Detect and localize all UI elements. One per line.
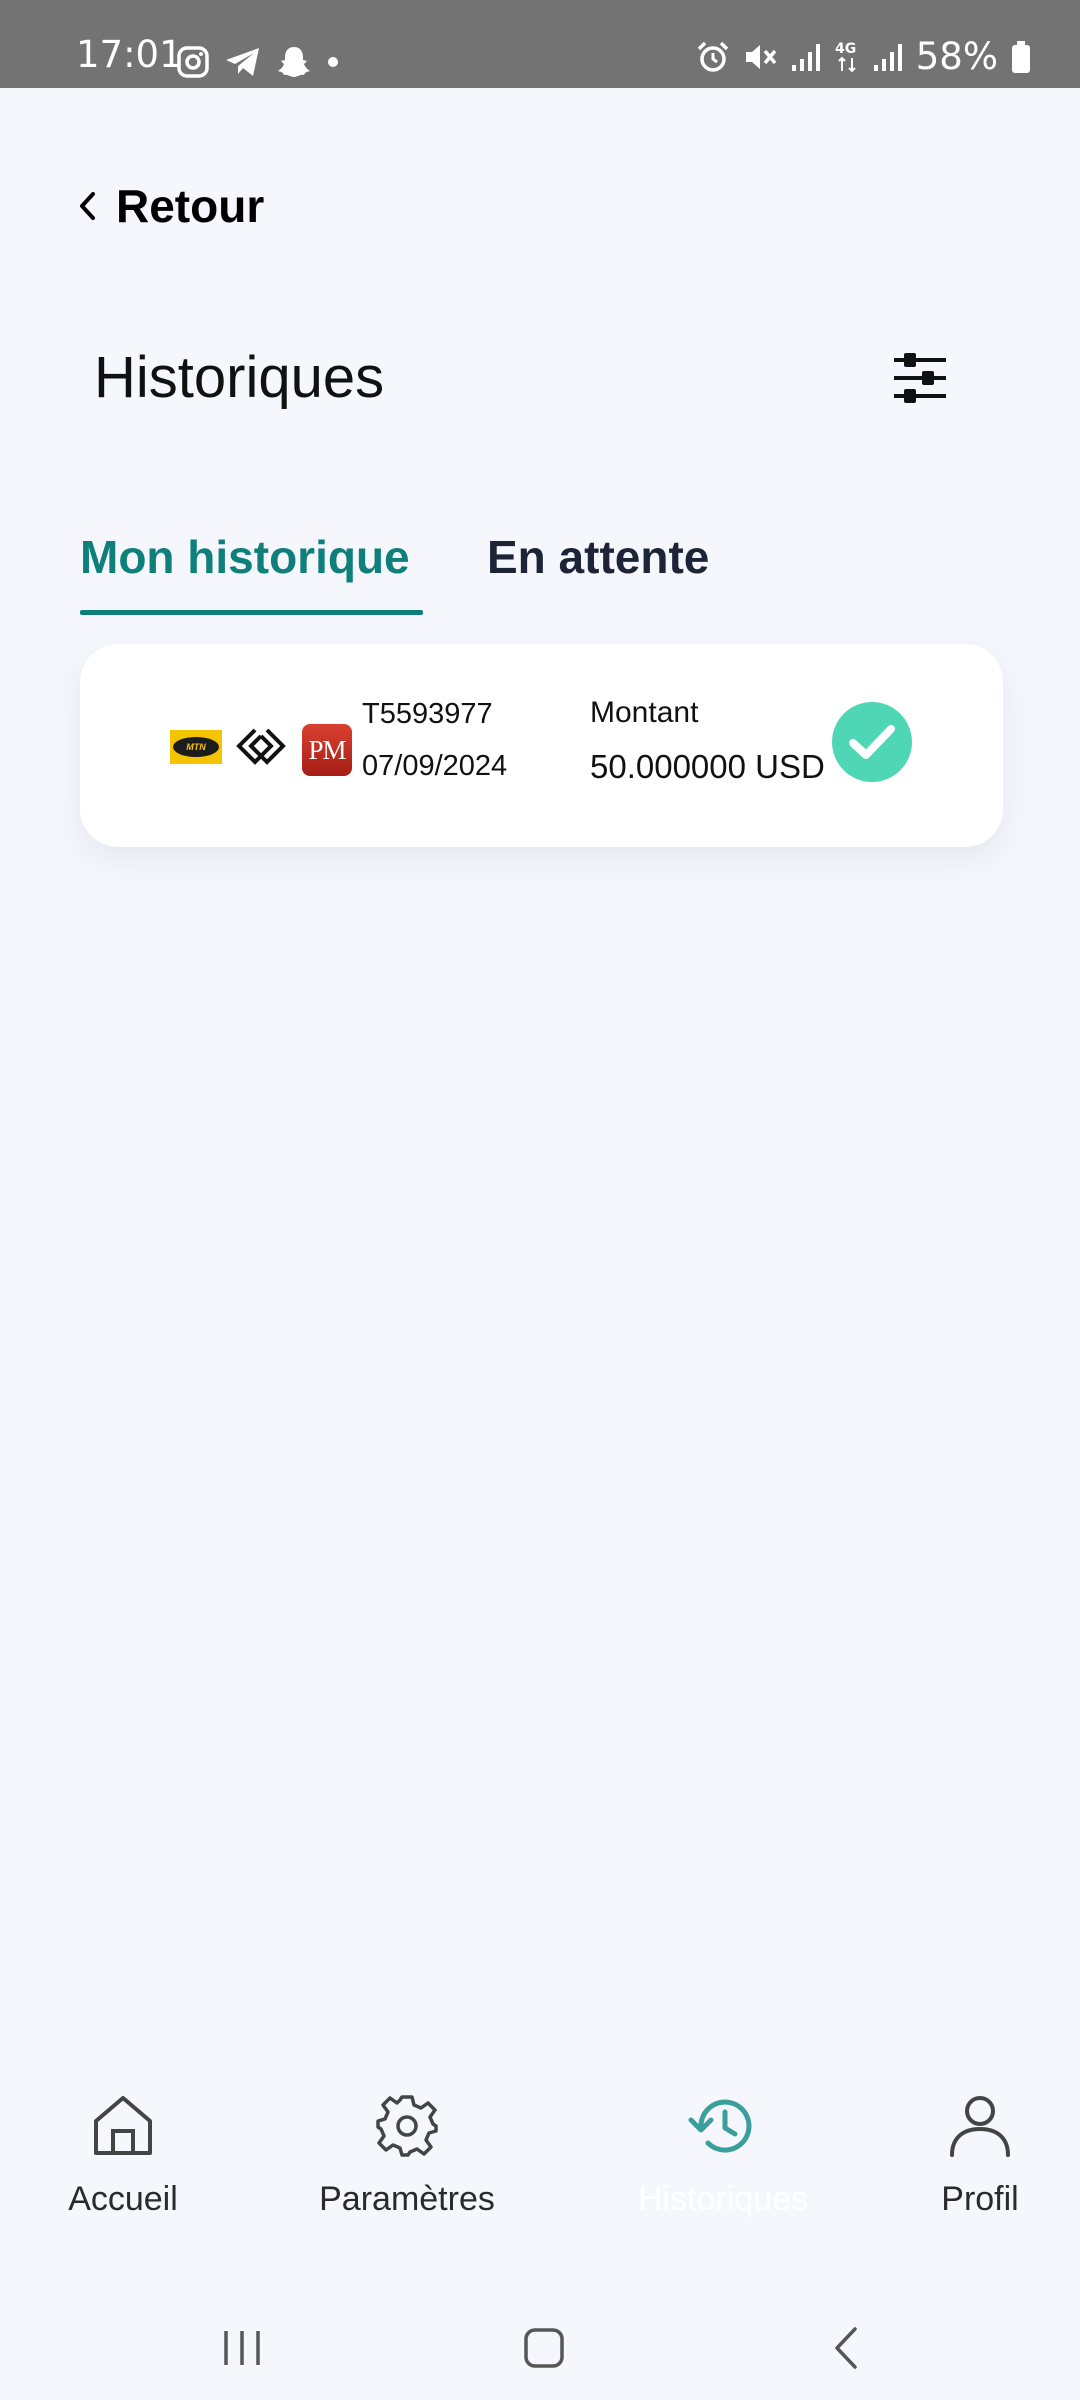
amount-value: 50.000000 USD <box>590 748 825 785</box>
nav-profil-label: Profil <box>941 2180 1019 2218</box>
tab-en-attente[interactable]: En attente <box>487 530 709 618</box>
status-time: 17:01 <box>76 33 183 76</box>
nav-parametres[interactable]: Paramètres <box>302 2090 512 2219</box>
tab-mon-historique[interactable]: Mon historique <box>80 530 423 618</box>
home-square-icon <box>524 2328 564 2368</box>
back-arrow-icon <box>835 2327 857 2369</box>
amount-label: Montant <box>590 696 699 729</box>
chevron-left-icon <box>80 192 95 220</box>
mtn-logo: MTN <box>170 730 222 764</box>
dot-icon <box>328 57 338 67</box>
transaction-card[interactable]: MTN PM T5593977 07/09/2024 Montant 50.00… <box>80 644 1003 847</box>
snapchat-icon <box>278 47 310 77</box>
recent-apps-button[interactable] <box>202 2318 282 2378</box>
mute-icon <box>745 44 777 69</box>
nav-accueil[interactable]: Accueil <box>58 2090 188 2219</box>
signal-icon <box>873 43 902 71</box>
recent-apps-icon <box>224 2331 260 2365</box>
user-icon <box>950 2096 1010 2157</box>
nav-historiques-label: Historiques <box>637 2180 809 2218</box>
screen: 17:01 4G 58% Retour Historiques Mon hist… <box>0 0 1080 2400</box>
status-success-badge <box>832 702 912 782</box>
battery-icon <box>1012 40 1030 73</box>
alarm-icon <box>697 41 728 72</box>
status-left-icons <box>176 44 340 80</box>
back-system-button[interactable] <box>806 2318 886 2378</box>
exchange-icon <box>236 728 286 765</box>
status-bar: 17:01 4G 58% <box>0 0 1080 88</box>
mtn-logo-text: MTN <box>186 742 206 752</box>
home-icon <box>94 2096 152 2155</box>
page-title: Historiques <box>94 345 385 410</box>
nav-profil-icon-wrap <box>944 2090 1016 2162</box>
back-label: Retour <box>116 180 265 232</box>
home-button[interactable] <box>504 2318 584 2378</box>
instagram-icon <box>177 46 209 78</box>
bottom-navigation: Accueil Paramètres Historiques Profil <box>0 2090 1080 2260</box>
nav-parametres-icon-wrap <box>371 2090 443 2162</box>
transaction-date: 07/09/2024 <box>362 750 508 782</box>
4g-icon: 4G <box>835 41 856 72</box>
transaction-id: T5593977 <box>362 698 493 730</box>
nav-historiques-icon-wrap <box>687 2090 759 2162</box>
mtn-logo-oval: MTN <box>173 737 219 757</box>
nav-parametres-label: Paramètres <box>319 2180 495 2218</box>
back-button[interactable]: Retour <box>76 176 264 236</box>
telegram-icon <box>226 48 259 76</box>
history-icon <box>688 2099 752 2153</box>
checkmark-icon <box>849 725 895 759</box>
nav-profil[interactable]: Profil <box>920 2090 1040 2219</box>
battery-percent: 58% <box>915 35 998 78</box>
svg-text:4G: 4G <box>835 41 856 57</box>
system-navigation <box>0 2300 1080 2400</box>
perfect-money-logo: PM <box>302 724 352 776</box>
status-right-icons: 4G 58% <box>696 38 1032 75</box>
nav-historiques[interactable]: Historiques <box>618 2090 828 2219</box>
filter-button[interactable] <box>890 350 950 406</box>
signal-icon <box>791 43 820 71</box>
nav-accueil-label: Accueil <box>68 2180 178 2218</box>
nav-accueil-icon-wrap <box>87 2090 159 2162</box>
gear-icon <box>376 2095 438 2157</box>
filter-sliders-icon <box>894 353 946 403</box>
